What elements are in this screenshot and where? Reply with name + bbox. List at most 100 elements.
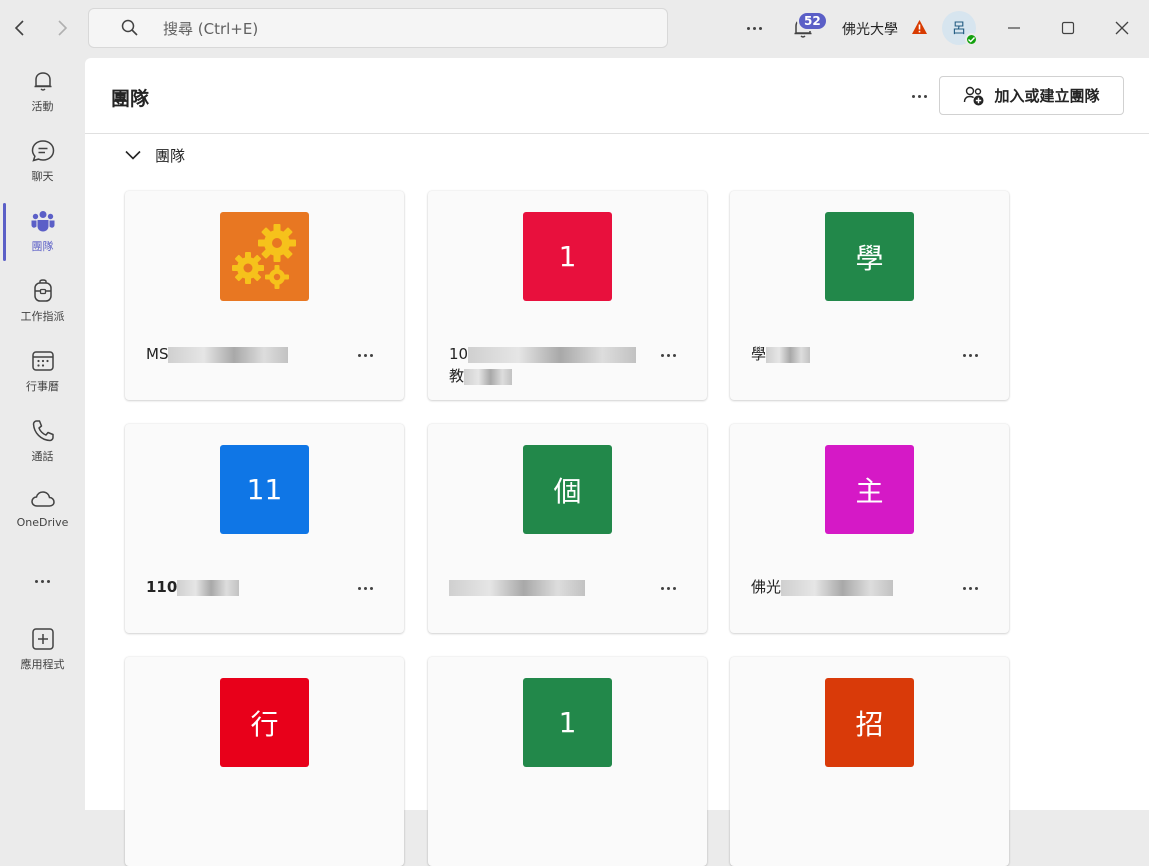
main-panel: 團隊 加入或建立團隊 團隊 MS 1 10 教 學 學 11 110 個 主 佛…: [85, 58, 1149, 866]
team-name: 10 教: [449, 343, 649, 387]
tile-text: 行: [250, 707, 279, 741]
teams-icon: [30, 208, 56, 234]
more-icon: [962, 586, 978, 590]
rail-label: 聊天: [31, 170, 54, 183]
tile-text: 11: [246, 473, 283, 506]
phone-icon: [30, 418, 56, 444]
backpack-icon: [30, 278, 56, 304]
redacted-text: [468, 346, 637, 363]
section-label: 團隊: [155, 146, 186, 165]
team-card[interactable]: 11 110: [125, 424, 404, 633]
more-icon: [962, 353, 978, 357]
warning-icon: [912, 20, 927, 34]
rail-item-calendar[interactable]: 行事曆: [0, 348, 85, 408]
rail-item-teams[interactable]: 團隊: [0, 208, 85, 268]
team-card[interactable]: 學 學: [730, 191, 1009, 400]
search-input[interactable]: 搜尋 (Ctrl+E): [88, 8, 668, 48]
team-more-button[interactable]: [351, 574, 379, 602]
team-more-button[interactable]: [956, 341, 984, 369]
team-card[interactable]: 招: [730, 657, 1009, 866]
rail-item-onedrive[interactable]: OneDrive: [0, 486, 85, 546]
team-card[interactable]: 主 佛光: [730, 424, 1009, 633]
rail-item-assignments[interactable]: 工作指派: [0, 278, 85, 338]
chevron-right-icon: [58, 20, 68, 36]
back-button[interactable]: [6, 14, 34, 42]
team-tile: 1: [523, 678, 612, 767]
more-icon: [746, 26, 762, 30]
team-tile: [220, 212, 309, 301]
more-icon: [911, 94, 927, 98]
close-icon: [1115, 21, 1129, 35]
tile-text: 1: [558, 706, 577, 739]
team-name-text: MS: [146, 345, 169, 363]
team-tile: 1: [523, 212, 612, 301]
join-or-create-team-button[interactable]: 加入或建立團隊: [939, 76, 1124, 115]
more-options-button[interactable]: [740, 14, 768, 42]
more-icon: [660, 353, 676, 357]
presence-available-icon: [965, 33, 978, 46]
team-card[interactable]: 1 10 教: [428, 191, 707, 400]
main-header: 團隊 加入或建立團隊: [85, 58, 1149, 134]
team-name-text: 佛光: [751, 578, 782, 596]
rail-item-activity[interactable]: 活動: [0, 68, 85, 128]
bell-icon: [30, 68, 56, 94]
team-name: 佛光: [751, 576, 951, 598]
add-app-icon: [30, 626, 56, 652]
search-icon: [121, 19, 139, 37]
redacted-text: [464, 368, 513, 385]
calendar-icon: [30, 348, 56, 374]
team-card[interactable]: 行: [125, 657, 404, 866]
page-title: 團隊: [111, 88, 150, 110]
maximize-button[interactable]: [1054, 14, 1082, 42]
rail-item-calls[interactable]: 通話: [0, 418, 85, 478]
teams-section-toggle[interactable]: 團隊: [125, 144, 185, 166]
rail-item-apps[interactable]: 應用程式: [0, 626, 85, 686]
team-more-button[interactable]: [654, 341, 682, 369]
team-more-button[interactable]: [956, 574, 984, 602]
rail-label: OneDrive: [16, 516, 69, 529]
redacted-text: [781, 579, 894, 596]
gears-icon: [231, 223, 296, 289]
team-name: 學: [751, 343, 951, 365]
team-name: MS: [146, 343, 346, 365]
minimize-icon: [1008, 27, 1020, 29]
more-icon: [357, 586, 373, 590]
team-more-button[interactable]: [351, 341, 379, 369]
tile-text: 學: [855, 241, 884, 275]
people-add-icon: [964, 86, 984, 105]
team-card[interactable]: 1: [428, 657, 707, 866]
tile-text: 主: [855, 474, 884, 508]
rail-label: 應用程式: [20, 658, 65, 671]
more-icon: [357, 353, 373, 357]
tile-text: 個: [553, 474, 582, 508]
forward-button[interactable]: [48, 14, 76, 42]
team-tile: 主: [825, 445, 914, 534]
title-bar: 搜尋 (Ctrl+E) 52 佛光大學 呂: [0, 0, 1149, 58]
team-card[interactable]: MS: [125, 191, 404, 400]
minimize-button[interactable]: [1000, 14, 1028, 42]
team-name-text: 110: [146, 578, 178, 596]
notification-badge: 52: [797, 11, 828, 31]
app-rail: 活動 聊天 團隊 工作指派 行事曆 通話 OneDrive 應用程式: [0, 58, 85, 810]
close-button[interactable]: [1108, 14, 1136, 42]
chevron-left-icon: [14, 20, 24, 36]
redacted-text: [766, 346, 811, 363]
rail-item-chat[interactable]: 聊天: [0, 138, 85, 198]
org-name[interactable]: 佛光大學: [842, 19, 898, 39]
more-icon: [35, 579, 50, 583]
team-tile: 個: [523, 445, 612, 534]
team-tile: 招: [825, 678, 914, 767]
team-card[interactable]: 個: [428, 424, 707, 633]
cloud-icon: [30, 486, 56, 512]
team-tile: 學: [825, 212, 914, 301]
team-more-button[interactable]: [654, 574, 682, 602]
rail-label: 活動: [31, 100, 54, 113]
header-more-button[interactable]: [905, 82, 933, 110]
team-tile: 行: [220, 678, 309, 767]
team-name: 110: [146, 576, 346, 598]
rail-more-button[interactable]: [0, 566, 85, 596]
team-name: [449, 576, 649, 598]
maximize-icon: [1061, 21, 1075, 35]
join-button-label: 加入或建立團隊: [994, 87, 1100, 105]
rail-label: 行事曆: [26, 380, 59, 393]
